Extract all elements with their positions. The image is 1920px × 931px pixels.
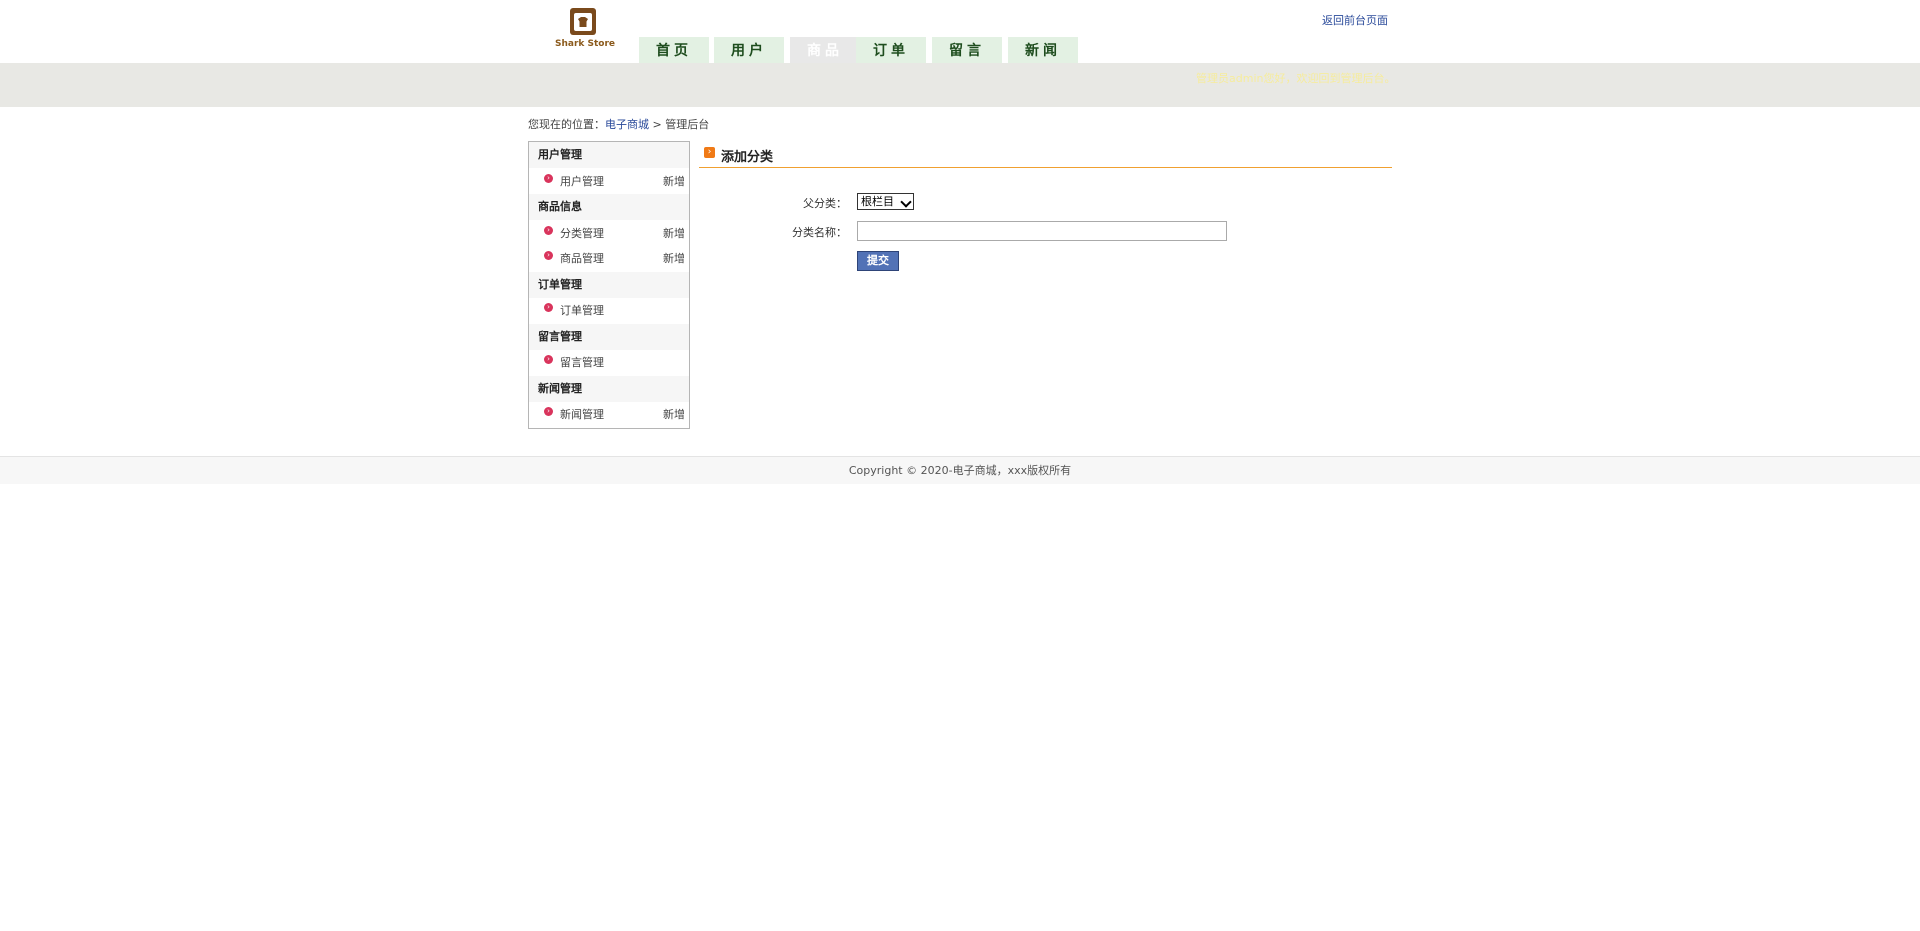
- sidebar-group-news: 新闻管理: [529, 376, 689, 402]
- main-title-bar: › 添加分类: [699, 141, 1392, 168]
- sidebar-add-news-link[interactable]: 新增: [663, 406, 685, 422]
- bullet-arrow-icon: ›: [544, 251, 553, 260]
- sidebar-group-products: 商品信息: [529, 194, 689, 220]
- sidebar-group-messages: 留言管理: [529, 324, 689, 350]
- tab-messages[interactable]: 留言: [932, 37, 1002, 63]
- bullet-arrow-icon: ›: [544, 355, 553, 364]
- sidebar-item-label[interactable]: 商品管理: [560, 250, 604, 266]
- logo[interactable]: Shark Store: [555, 8, 616, 52]
- sidebar-item-message-management: › 留言管理: [529, 349, 689, 373]
- breadcrumb-separator: >: [649, 118, 666, 131]
- sidebar-group-orders: 订单管理: [529, 272, 689, 298]
- tab-news[interactable]: 新闻: [1008, 37, 1078, 63]
- breadcrumb-prefix: 您现在的位置：: [528, 118, 605, 131]
- bullet-arrow-icon: ›: [544, 407, 553, 416]
- welcome-banner: [0, 63, 1920, 107]
- copyright-text: Copyright © 2020-电子商城，xxx版权所有: [848, 464, 1072, 477]
- tab-orders[interactable]: 订单: [856, 37, 926, 63]
- sidebar-item-label[interactable]: 留言管理: [560, 354, 604, 370]
- breadcrumb-link-store[interactable]: 电子商城: [605, 118, 649, 131]
- welcome-text: 管理员admin您好，欢迎回到管理后台。: [1196, 72, 1396, 85]
- sidebar-item-product-management: › 商品管理 新增: [529, 245, 689, 269]
- bullet-arrow-icon: ›: [544, 226, 553, 235]
- tab-users[interactable]: 用户: [714, 37, 784, 63]
- bullet-arrow-icon: ›: [544, 174, 553, 183]
- sidebar-item-news-management: › 新闻管理 新增: [529, 401, 689, 425]
- bullet-arrow-icon: ›: [544, 303, 553, 312]
- parent-category-label: 父分类：: [803, 197, 847, 210]
- sidebar-item-user-management: › 用户管理 新增: [529, 168, 689, 192]
- back-to-frontend-link[interactable]: 返回前台页面: [1322, 12, 1388, 28]
- sidebar-item-label[interactable]: 订单管理: [560, 302, 604, 318]
- sidebar-item-label[interactable]: 用户管理: [560, 173, 604, 189]
- header: Shark Store 返回前台页面 首页 用户 商品 订单 留言 新闻: [0, 0, 1920, 63]
- arrow-right-icon: ›: [704, 147, 715, 158]
- page-title: 添加分类: [721, 150, 774, 165]
- breadcrumb-current: 管理后台: [665, 118, 710, 131]
- parent-category-value: 根栏目: [861, 195, 894, 208]
- category-name-input[interactable]: [857, 221, 1227, 241]
- sidebar-add-user-link[interactable]: 新增: [663, 173, 685, 189]
- footer: Copyright © 2020-电子商城，xxx版权所有: [0, 456, 1920, 484]
- category-name-label: 分类名称：: [792, 226, 847, 239]
- logo-text: Shark Store: [555, 39, 616, 49]
- tab-products[interactable]: 商品: [790, 37, 860, 63]
- submit-button[interactable]: 提交: [857, 251, 899, 271]
- sidebar-item-label[interactable]: 分类管理: [560, 225, 604, 241]
- sidebar-item-category-management: › 分类管理 新增: [529, 220, 689, 244]
- sidebar-add-category-link[interactable]: 新增: [663, 225, 685, 241]
- parent-category-select[interactable]: 根栏目: [857, 193, 914, 210]
- breadcrumb: 您现在的位置：电子商城 > 管理后台: [528, 116, 709, 132]
- sidebar-item-label[interactable]: 新闻管理: [560, 406, 604, 422]
- tab-home[interactable]: 首页: [639, 37, 709, 63]
- sidebar-group-users: 用户管理: [529, 142, 689, 168]
- sidebar-item-order-management: › 订单管理: [529, 297, 689, 321]
- chevron-down-icon: [900, 196, 912, 208]
- sidebar-add-product-link[interactable]: 新增: [663, 250, 685, 266]
- sidebar: 用户管理 › 用户管理 新增 商品信息 › 分类管理 新增 › 商品管理 新增 …: [528, 141, 690, 429]
- shark-store-logo-icon: [570, 8, 596, 35]
